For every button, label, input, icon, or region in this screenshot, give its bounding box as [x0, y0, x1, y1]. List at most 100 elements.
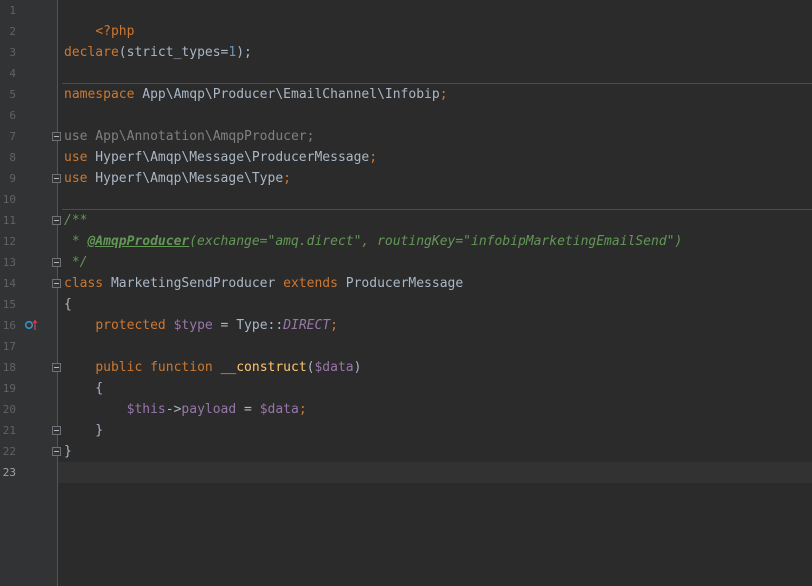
- paren-close: ): [353, 360, 362, 375]
- fold-end-icon[interactable]: [52, 174, 61, 183]
- semicolon: ;: [298, 402, 307, 417]
- use-keyword: use: [64, 150, 88, 165]
- protected-keyword: protected: [95, 318, 166, 333]
- line-number: 2: [9, 25, 16, 38]
- docblock-open: /**: [64, 213, 88, 228]
- docblock-annotation[interactable]: @AmqpProducer: [87, 234, 189, 249]
- class-keyword: class: [64, 276, 104, 291]
- code-line[interactable]: namespace App\Amqp\Producer\EmailChannel…: [64, 84, 448, 105]
- line-number: 12: [2, 235, 16, 248]
- declare-close: );: [236, 45, 252, 60]
- code-line[interactable]: use Hyperf\Amqp\Message\Type;: [64, 168, 291, 189]
- line-number: 10: [2, 193, 16, 206]
- public-keyword: public: [95, 360, 143, 375]
- current-line-highlight: [58, 462, 812, 483]
- code-line[interactable]: <?php: [64, 0, 134, 39]
- extends-keyword: extends: [283, 276, 338, 291]
- function-name: __construct: [220, 360, 307, 375]
- line-number: 7: [9, 130, 16, 143]
- property-access: payload: [181, 402, 237, 417]
- semicolon: ;: [283, 171, 291, 186]
- line-number: 13: [2, 256, 16, 269]
- line-number: 17: [2, 340, 16, 353]
- semicolon: ;: [369, 150, 378, 165]
- line-number: 11: [2, 214, 16, 227]
- line-number: 15: [2, 298, 16, 311]
- code-line[interactable]: public function __construct($data): [64, 357, 361, 378]
- line-number: 6: [9, 109, 16, 122]
- semicolon: ;: [330, 318, 338, 333]
- line-number: 22: [2, 445, 16, 458]
- code-line[interactable]: {: [64, 294, 72, 315]
- use-path: Hyperf\Amqp\Message\Type: [87, 171, 284, 186]
- line-number: 5: [9, 88, 16, 101]
- line-number: 9: [9, 172, 16, 185]
- code-line[interactable]: /**: [64, 210, 87, 231]
- declare-directive: (strict_types=: [118, 45, 229, 60]
- fold-end-icon[interactable]: [52, 258, 61, 267]
- line-number: 14: [2, 277, 16, 290]
- line-number: 1: [9, 4, 16, 17]
- function-keyword: function: [150, 360, 213, 375]
- code-editor[interactable]: 1 2 3 4 5 6 7 8 9 10 11 12 13 14 15 16 1…: [0, 0, 812, 586]
- this-variable: $this: [126, 402, 166, 417]
- use-path-unused: App\Annotation\AmqpProducer: [87, 129, 307, 144]
- line-number: 8: [9, 151, 16, 164]
- code-line[interactable]: class MarketingSendProducer extends Prod…: [64, 273, 463, 294]
- open-brace: {: [64, 297, 72, 312]
- namespace-name: App\Amqp\Producer\EmailChannel\Infobip: [134, 87, 440, 102]
- line-number: 16: [2, 319, 16, 332]
- semicolon: ;: [439, 87, 448, 102]
- code-line[interactable]: declare(strict_types=1);: [64, 42, 252, 63]
- php-open-tag: <?php: [95, 24, 135, 39]
- line-number: 19: [2, 382, 16, 395]
- docblock-close: */: [64, 255, 88, 270]
- arrow-operator: ->: [165, 402, 182, 417]
- namespace-keyword: namespace: [64, 87, 135, 102]
- code-line[interactable]: * @AmqpProducer(exchange="amq.direct", r…: [64, 231, 683, 252]
- code-line[interactable]: protected $type = Type::DIRECT;: [64, 315, 338, 336]
- fold-toggle-icon[interactable]: [52, 132, 61, 141]
- fold-end-icon[interactable]: [52, 447, 61, 456]
- declare-keyword: declare: [64, 45, 119, 60]
- assignment: = Type::: [212, 318, 284, 333]
- code-line[interactable]: */: [64, 252, 88, 273]
- method-separator: [62, 209, 812, 210]
- code-line[interactable]: }: [64, 420, 103, 441]
- parent-class-name: ProducerMessage: [337, 276, 464, 291]
- fold-end-icon[interactable]: [52, 426, 61, 435]
- code-line[interactable]: use App\Annotation\AmqpProducer;: [64, 126, 314, 147]
- class-constant: DIRECT: [283, 318, 331, 333]
- line-number: 3: [9, 46, 16, 59]
- use-keyword: use: [64, 129, 88, 144]
- overrides-property-icon[interactable]: [24, 319, 38, 331]
- use-keyword: use: [64, 171, 88, 186]
- line-number: 18: [2, 361, 16, 374]
- code-line[interactable]: {: [64, 378, 103, 399]
- data-variable: $data: [259, 402, 299, 417]
- code-line[interactable]: use Hyperf\Amqp\Message\ProducerMessage;: [64, 147, 377, 168]
- property-name: $type: [173, 318, 213, 333]
- line-number-current: 23: [2, 466, 16, 479]
- code-line[interactable]: $this->payload = $data;: [64, 399, 307, 420]
- fold-toggle-icon[interactable]: [52, 363, 61, 372]
- use-path: Hyperf\Amqp\Message\ProducerMessage: [87, 150, 370, 165]
- fold-toggle-icon[interactable]: [52, 279, 61, 288]
- fold-toggle-icon[interactable]: [52, 216, 61, 225]
- line-number: 21: [2, 424, 16, 437]
- close-brace: }: [64, 444, 72, 459]
- assignment: =: [236, 402, 260, 417]
- docblock-star: *: [64, 234, 88, 249]
- open-brace: {: [64, 381, 104, 396]
- editor-gutter[interactable]: 1 2 3 4 5 6 7 8 9 10 11 12 13 14 15 16 1…: [0, 0, 58, 586]
- close-brace: }: [64, 423, 104, 438]
- semicolon: ;: [306, 129, 315, 144]
- line-number: 4: [9, 67, 16, 80]
- code-line[interactable]: }: [64, 441, 72, 462]
- docblock-annotation-params: (exchange="amq.direct", routingKey="info…: [189, 234, 683, 249]
